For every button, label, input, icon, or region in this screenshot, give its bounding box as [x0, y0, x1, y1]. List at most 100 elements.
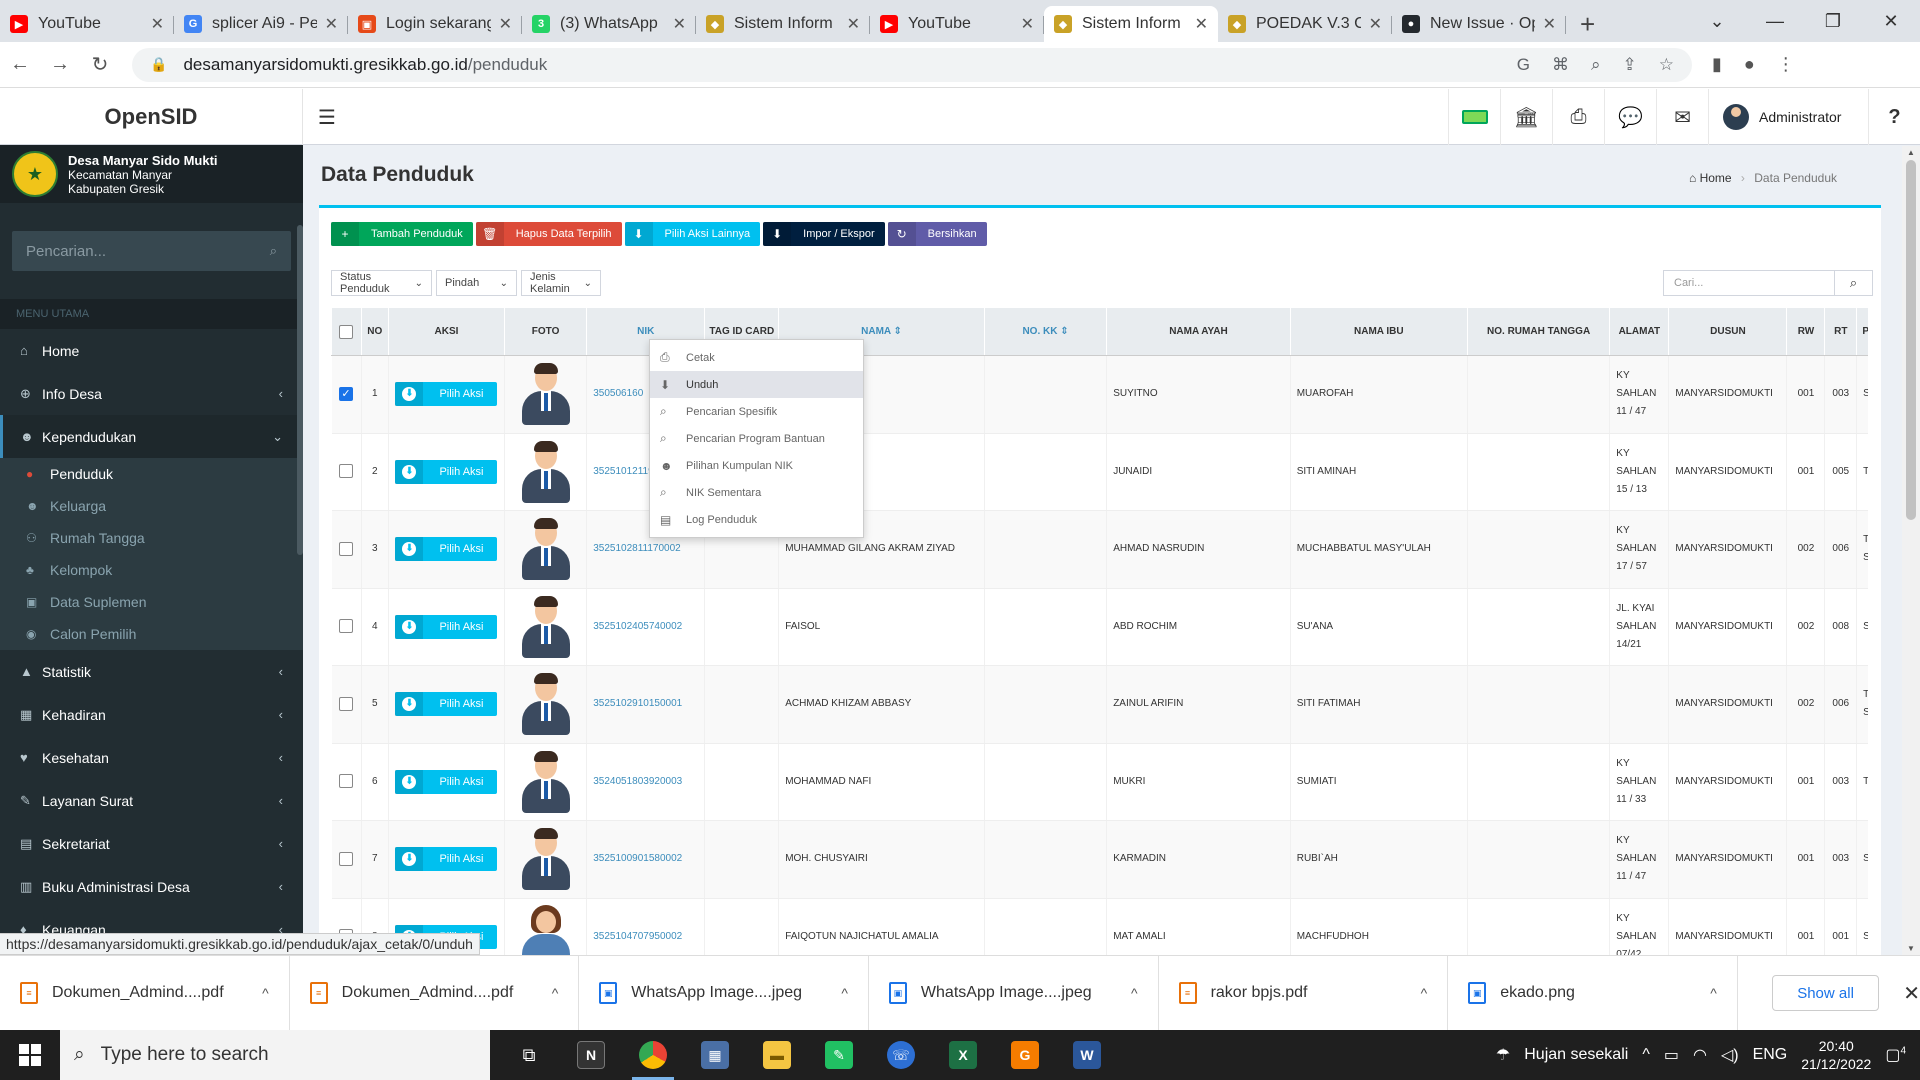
close-tab-icon[interactable]: ✕: [1369, 14, 1382, 34]
sidebar-item-buku-administrasi-desa[interactable]: ▥ Buku Administrasi Desa ‹: [0, 865, 303, 908]
nik-link[interactable]: 3525100901580002: [593, 853, 682, 864]
lock-icon[interactable]: 🔒: [150, 56, 167, 73]
row-checkbox[interactable]: [339, 541, 354, 556]
submenu-item-rumah-tangga[interactable]: ⚇ Rumah Tangga: [0, 522, 303, 554]
avatar[interactable]: [520, 904, 572, 955]
translate-icon[interactable]: ⌘: [1552, 55, 1569, 75]
reload-icon[interactable]: ↻: [80, 52, 120, 77]
impor-ekspor-button[interactable]: ⬇ Impor / Ekspor: [763, 222, 885, 246]
avatar[interactable]: [520, 363, 572, 426]
row-checkbox[interactable]: [339, 619, 354, 634]
sort-icon[interactable]: ⇕: [1057, 326, 1068, 337]
filter-select-pindah[interactable]: Pindah ⌄: [436, 270, 517, 296]
avatar[interactable]: [520, 750, 572, 813]
close-tab-icon[interactable]: ✕: [1195, 14, 1208, 34]
bank-icon[interactable]: 🏛: [1500, 89, 1552, 145]
column-header[interactable]: RW: [1786, 307, 1826, 356]
taskbar-search[interactable]: ⌕ Type here to search: [60, 1030, 490, 1080]
browser-tab[interactable]: ◆ Sistem Inform ✕: [696, 6, 870, 42]
row-checkbox[interactable]: [339, 696, 354, 711]
browser-tab[interactable]: ● New Issue · Op ✕: [1392, 6, 1566, 42]
chrome-icon[interactable]: [622, 1030, 684, 1080]
close-tab-icon[interactable]: ✕: [1021, 14, 1034, 34]
chevron-up-icon[interactable]: ^: [1421, 985, 1428, 1001]
close-tab-icon[interactable]: ✕: [847, 14, 860, 34]
browser-tab[interactable]: ◆ POEDAK V.3 C ✕: [1218, 6, 1392, 42]
browser-tab[interactable]: ▶ YouTube ✕: [870, 6, 1044, 42]
back-icon[interactable]: ←: [0, 53, 40, 76]
notification-icon[interactable]: ▢4: [1885, 1045, 1906, 1065]
brand-logo[interactable]: OpenSID: [0, 89, 303, 145]
table-search-button[interactable]: ⌕: [1835, 270, 1873, 296]
sidebar-item-kependudukan[interactable]: ☻ Kependudukan ⌄: [0, 415, 303, 458]
clock[interactable]: 20:40 21/12/2022: [1801, 1037, 1871, 1073]
word-icon[interactable]: W: [1056, 1030, 1118, 1080]
column-header[interactable]: RT: [1824, 307, 1858, 356]
chevron-up-icon[interactable]: ^: [262, 985, 269, 1001]
print-icon[interactable]: ⎙: [1552, 89, 1604, 145]
submenu-item-keluarga[interactable]: ☻ Keluarga: [0, 490, 303, 522]
close-tab-icon[interactable]: ✕: [151, 14, 164, 34]
pilih-aksi-button[interactable]: ⬇ Pilih Aksi: [395, 614, 498, 639]
hamburger-icon[interactable]: ☰: [318, 105, 336, 130]
dropdown-item-log-penduduk[interactable]: ▤ Log Penduduk: [650, 506, 863, 533]
google-icon[interactable]: G: [1517, 55, 1530, 75]
battery-icon[interactable]: ▭: [1664, 1045, 1679, 1065]
maximize-button[interactable]: ❐: [1804, 11, 1862, 32]
sort-icon[interactable]: ⇕: [891, 326, 902, 337]
download-item[interactable]: ▣ ekado.png ^: [1448, 955, 1738, 1031]
nik-link[interactable]: 3525104707950002: [593, 931, 682, 942]
sidebar-item-kesehatan[interactable]: ♥ Kesehatan ‹: [0, 736, 303, 779]
close-window-button[interactable]: ✕: [1862, 11, 1920, 32]
pdf-app-icon[interactable]: G: [994, 1030, 1056, 1080]
submenu-item-data-suplemen[interactable]: ▣ Data Suplemen: [0, 586, 303, 618]
chevron-up-icon[interactable]: ^: [1131, 985, 1138, 1001]
file-explorer-icon[interactable]: ▬: [746, 1030, 808, 1080]
sidebar-item-home[interactable]: ⌂ Home: [0, 329, 303, 372]
nik-link[interactable]: 3525102811170002: [593, 543, 681, 554]
dropdown-item-nik-sementara[interactable]: ⌕ NIK Sementara: [650, 479, 863, 506]
close-tab-icon[interactable]: ✕: [1543, 14, 1556, 34]
phone-app-icon[interactable]: ☏: [870, 1030, 932, 1080]
pilih-aksi-button[interactable]: ⬇ Pilih Aksi: [395, 459, 498, 484]
scrollbar-thumb[interactable]: [1906, 160, 1916, 520]
tab-search-icon[interactable]: ⌄: [1688, 11, 1746, 32]
sidebar-item-kehadiran[interactable]: ▦ Kehadiran ‹: [0, 693, 303, 736]
sidebar-item-statistik[interactable]: ▲ Statistik ‹: [0, 650, 303, 693]
zoom-icon[interactable]: ⌕: [1591, 55, 1601, 75]
language-indicator[interactable]: ENG: [1753, 1046, 1788, 1064]
nik-link[interactable]: 3525102910150001: [593, 698, 682, 709]
tambah-penduduk-button[interactable]: + Tambah Penduduk: [331, 222, 473, 246]
close-tab-icon[interactable]: ✕: [499, 14, 512, 34]
chevron-up-icon[interactable]: ^: [1710, 985, 1717, 1001]
close-downloads-icon[interactable]: ✕: [1903, 981, 1920, 1006]
sidebar-item-layanan-surat[interactable]: ✎ Layanan Surat ‹: [0, 779, 303, 822]
nik-link[interactable]: 3524051803920003: [593, 776, 682, 787]
sidebar-item-sekretariat[interactable]: ▤ Sekretariat ‹: [0, 822, 303, 865]
new-tab-button[interactable]: +: [1566, 6, 1609, 42]
tray-chevron-icon[interactable]: ^: [1642, 1046, 1650, 1064]
dropdown-item-pencarian-program-bantuan[interactable]: ⌕ Pencarian Program Bantuan: [650, 425, 863, 452]
pilih-aksi-button[interactable]: ⬇ Pilih Aksi: [395, 382, 498, 407]
weather-icon[interactable]: ☂: [1496, 1045, 1510, 1065]
bersihkan-button[interactable]: ↻ Bersihkan: [887, 222, 987, 246]
show-all-button[interactable]: Show all: [1771, 975, 1880, 1011]
green-app-icon[interactable]: ✎: [808, 1030, 870, 1080]
browser-tab[interactable]: ◆ Sistem Inform ✕: [1044, 6, 1218, 42]
menu-dots-icon[interactable]: ⋮: [1777, 54, 1795, 75]
url-bar[interactable]: 🔒 desamanyarsidomukti.gresikkab.go.id/pe…: [132, 47, 1692, 82]
row-checkbox[interactable]: [339, 851, 354, 866]
column-header[interactable]: NO. KK ⇕: [983, 307, 1108, 356]
submenu-item-penduduk[interactable]: ● Penduduk: [0, 458, 303, 490]
pilih-aksi-button[interactable]: ⬇ Pilih Aksi: [395, 692, 498, 717]
filter-select-status-penduduk[interactable]: Status Penduduk ⌄: [331, 270, 432, 296]
nik-link[interactable]: 3525102405740002: [593, 621, 682, 632]
column-header[interactable]: NAMA AYAH: [1106, 307, 1291, 356]
hapus-data-terpilih-button[interactable]: 🗑 Hapus Data Terpilih: [475, 222, 622, 246]
calculator-icon[interactable]: ▦: [684, 1030, 746, 1080]
filter-select-jenis-kelamin[interactable]: Jenis Kelamin ⌄: [521, 270, 601, 296]
minimize-button[interactable]: —: [1746, 11, 1804, 32]
profile-icon[interactable]: ●: [1744, 54, 1755, 75]
dropdown-item-pencarian-spesifik[interactable]: ⌕ Pencarian Spesifik: [650, 398, 863, 425]
select-all-checkbox[interactable]: [339, 324, 354, 339]
